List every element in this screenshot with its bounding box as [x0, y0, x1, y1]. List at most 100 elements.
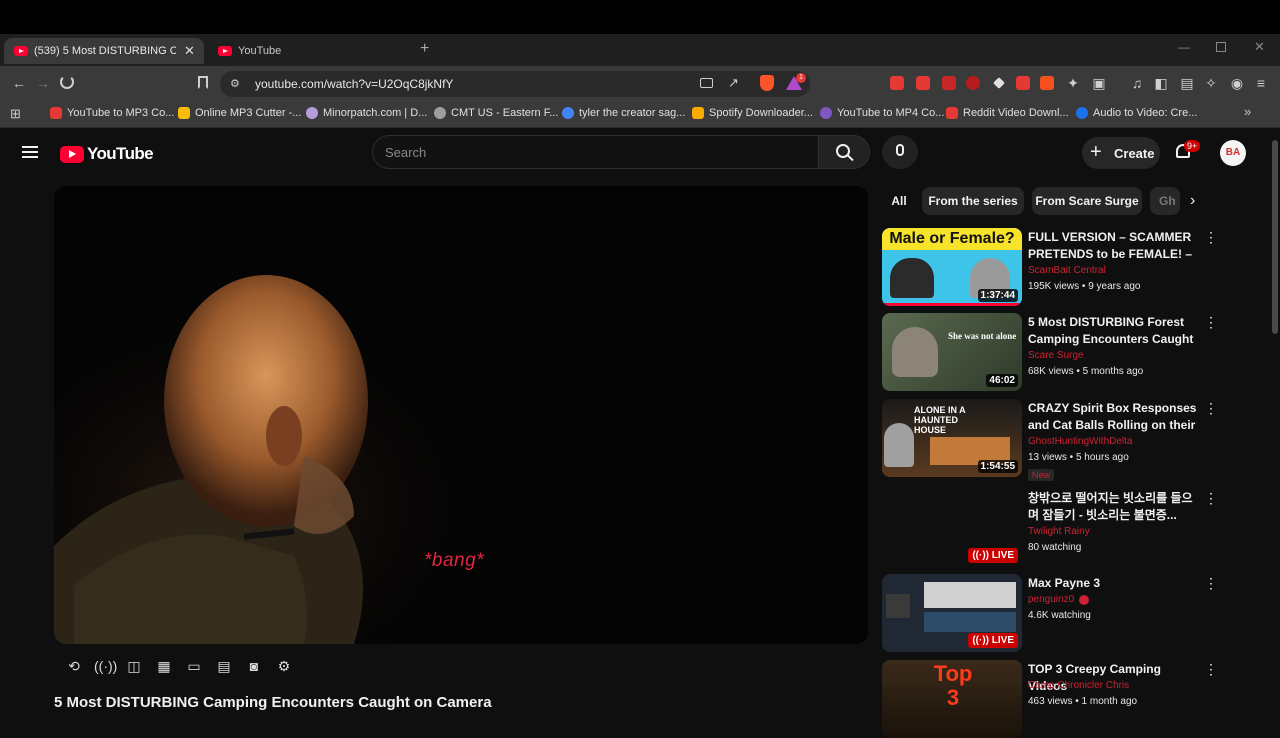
loop-icon[interactable]: ⟲ [64, 657, 84, 675]
extensions-puzzle-icon[interactable]: ✦ [1064, 75, 1082, 91]
guide-menu-icon[interactable] [22, 146, 38, 158]
bookmark-favicon-icon [50, 107, 62, 119]
channel-name[interactable]: ScamBait Central [1028, 265, 1106, 276]
live-broadcast-icon: ((·)) [972, 635, 992, 646]
bookmark-favicon-icon [1076, 107, 1088, 119]
wallet-icon[interactable]: ▤ [1178, 75, 1196, 91]
cast-icon[interactable] [700, 78, 713, 88]
channel-name[interactable]: Scare Surge [1028, 350, 1084, 361]
thumbnail-text: Male or Female? [882, 228, 1022, 250]
recommendation-title[interactable]: 창밖으로 떨어지는 빗소리를 들으며 잠들기 - 빗소리는 불면증... [1028, 490, 1198, 524]
sidebar-icon[interactable]: ◧ [1152, 75, 1170, 91]
bookmark-item[interactable]: Audio to Video: Cre... [1076, 105, 1197, 121]
forward-icon[interactable]: → [34, 75, 52, 91]
site-info-icon[interactable]: ⚙ [230, 77, 240, 90]
picture-in-picture-icon[interactable]: ▭ [184, 657, 204, 675]
youtube-logo[interactable]: YouTube [60, 144, 154, 164]
apps-grid-icon[interactable]: ⊞ [10, 106, 21, 122]
channel-name[interactable]: Camp Chronicler Chris [1028, 680, 1129, 691]
video-title: 5 Most DISTURBING Camping Encounters Cau… [54, 694, 492, 711]
more-actions-icon[interactable]: ⋮ [1204, 400, 1218, 417]
screenshot-camera-icon[interactable]: ◙ [244, 657, 264, 675]
extension-media-icon[interactable] [916, 76, 930, 90]
video-player[interactable]: *bang* [54, 186, 868, 644]
chip-truncated[interactable]: Gh [1150, 187, 1180, 215]
hide-overlay-icon[interactable]: ◫ [124, 657, 144, 675]
channel-name[interactable]: Twilight Rainy [1028, 526, 1090, 537]
channel-name[interactable]: GhostHuntingWithDelta [1028, 436, 1133, 447]
reload-icon[interactable] [60, 75, 74, 89]
video-meta: 13 views • 5 hours ago [1028, 452, 1129, 463]
leo-ai-icon[interactable]: ✧ [1202, 75, 1220, 91]
channel-name[interactable]: penguinz0 [1028, 594, 1090, 605]
minimize-icon[interactable]: — [1178, 40, 1190, 54]
chip-from-scare-surge[interactable]: From Scare Surge [1032, 187, 1142, 215]
bookmark-item[interactable]: Reddit Video Downl... [946, 105, 1069, 121]
recommendation-title[interactable]: CRAZY Spirit Box Responses and Cat Balls… [1028, 400, 1198, 434]
recommendation-title[interactable]: 5 Most DISTURBING Forest Camping Encount… [1028, 314, 1198, 348]
youtube-favicon-icon [14, 46, 28, 56]
bookmarks-overflow-icon[interactable]: » [1244, 104, 1251, 119]
avatar-text: BA [1225, 147, 1241, 158]
theater-mode-icon[interactable]: ▤ [214, 657, 234, 675]
video-thumbnail[interactable]: Male or Female? 1:37:44 [882, 228, 1022, 306]
video-thumbnail[interactable]: She was not alone 46:02 [882, 313, 1022, 391]
url-text[interactable]: youtube.com/watch?v=U2OqC8jkNfY [255, 77, 453, 91]
recommendation-title[interactable]: FULL VERSION – SCAMMER PRETENDS to be FE… [1028, 229, 1198, 263]
bookmark-page-icon[interactable] [198, 76, 208, 89]
video-thumbnail[interactable]: ((·)) LIVE [882, 574, 1022, 652]
bookmark-item[interactable]: YouTube to MP3 Co... [50, 105, 174, 121]
vpn-icon[interactable]: ◉ [1228, 75, 1246, 91]
bookmark-item[interactable]: tyler the creator sag... [562, 105, 685, 121]
more-actions-icon[interactable]: ⋮ [1204, 229, 1218, 246]
bookmark-favicon-icon [306, 107, 318, 119]
duration-badge: 1:37:44 [977, 289, 1018, 302]
back-icon[interactable]: ← [10, 75, 28, 91]
chip-from-the-series[interactable]: From the series [922, 187, 1024, 215]
ambient-broadcast-icon[interactable]: ((·)) [94, 657, 117, 675]
recommendation-title[interactable]: Max Payne 3 [1028, 575, 1198, 592]
extension-play-icon[interactable] [942, 76, 956, 90]
video-meta: 195K views • 9 years ago [1028, 281, 1141, 292]
more-actions-icon[interactable]: ⋮ [1204, 314, 1218, 331]
brave-shield-icon[interactable] [760, 75, 774, 91]
more-actions-icon[interactable]: ⋮ [1204, 661, 1218, 678]
tab-active[interactable]: (539) 5 Most DISTURBING Camp ✕ [4, 38, 204, 64]
extension-youtube-icon[interactable] [890, 76, 904, 90]
avatar[interactable]: BA [1220, 140, 1246, 166]
cinema-mode-icon[interactable]: ▦ [154, 657, 174, 675]
video-thumbnail[interactable]: ALONE IN A HAUNTED HOUSE 1:54:55 [882, 399, 1022, 477]
more-actions-icon[interactable]: ⋮ [1204, 575, 1218, 592]
tab-close-icon[interactable]: ✕ [184, 43, 195, 59]
thumbnail-text: Top 3 [933, 661, 973, 710]
chips-next-chevron-icon[interactable]: › [1190, 192, 1195, 210]
menu-icon[interactable]: ≡ [1252, 75, 1270, 91]
tab-inactive[interactable]: YouTube [210, 38, 410, 64]
settings-gear-icon[interactable]: ⚙ [274, 657, 294, 675]
chip-all[interactable]: All [882, 187, 916, 215]
thumbnail-text: ALONE IN A HAUNTED HOUSE [914, 405, 966, 435]
extension-clip-icon[interactable] [1040, 76, 1054, 90]
bookmark-item[interactable]: Online MP3 Cutter -... [178, 105, 301, 121]
reading-list-icon[interactable]: ▣ [1090, 75, 1108, 91]
youtube-logo-icon [60, 145, 84, 163]
microphone-icon [896, 144, 904, 156]
media-controls-icon[interactable]: ♫ [1128, 75, 1146, 91]
bookmark-item[interactable]: Minorpatch.com | D... [306, 105, 427, 121]
extension-pen-icon[interactable] [1016, 76, 1030, 90]
close-window-icon[interactable]: ✕ [1254, 39, 1265, 55]
bookmark-item[interactable]: Spotify Downloader... [692, 105, 813, 121]
new-tab-icon[interactable]: + [420, 40, 429, 58]
extension-ublock-icon[interactable] [966, 76, 980, 90]
search-input[interactable] [372, 135, 818, 169]
share-icon[interactable]: ↗ [728, 75, 739, 91]
video-thumbnail[interactable]: Top 3 [882, 660, 1022, 738]
create-label: Create [1114, 146, 1155, 161]
bookmark-favicon-icon [946, 107, 958, 119]
page-scrollbar[interactable] [1272, 140, 1278, 334]
bookmark-item[interactable]: YouTube to MP4 Co... [820, 105, 944, 121]
maximize-icon[interactable] [1216, 42, 1226, 52]
video-thumbnail[interactable]: ((·)) LIVE [882, 489, 1022, 567]
bookmark-item[interactable]: CMT US - Eastern F... [434, 105, 558, 121]
more-actions-icon[interactable]: ⋮ [1204, 490, 1218, 507]
